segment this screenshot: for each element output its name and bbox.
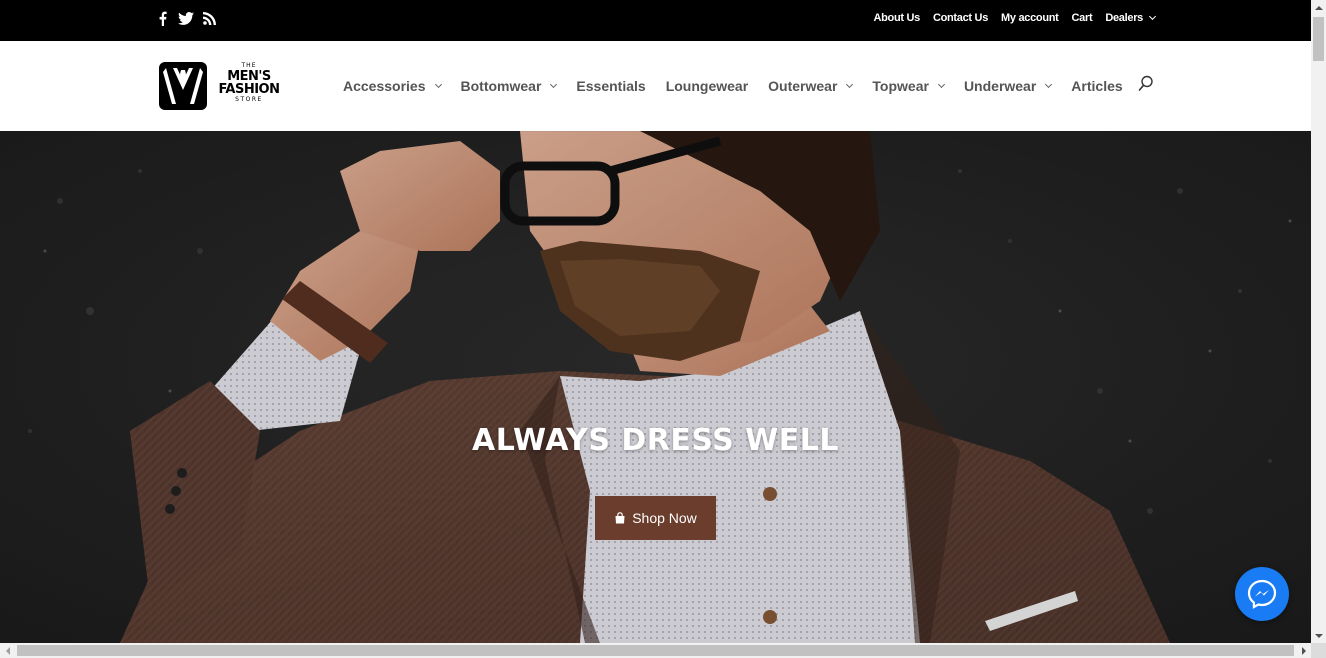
logo-text: THE MEN'S FASHION STORE bbox=[209, 63, 289, 103]
shopping-bag-icon bbox=[615, 512, 625, 524]
logo-line-4: STORE bbox=[235, 96, 263, 103]
contact-us-link[interactable]: Contact Us bbox=[933, 12, 988, 24]
vertical-scroll-thumb[interactable] bbox=[1313, 17, 1324, 61]
scroll-left-arrow-icon[interactable] bbox=[0, 643, 15, 658]
chevron-down-icon bbox=[846, 80, 854, 88]
nav-item-label: Articles bbox=[1071, 78, 1123, 94]
shop-now-label: Shop Now bbox=[632, 510, 697, 526]
chevron-down-icon bbox=[937, 80, 945, 88]
hero-headline: ALWAYS DRESS WELL bbox=[472, 423, 839, 458]
scroll-down-arrow-icon[interactable] bbox=[1311, 628, 1326, 643]
hero-banner: ALWAYS DRESS WELL Shop Now bbox=[0, 131, 1311, 643]
my-account-link[interactable]: My account bbox=[1001, 12, 1059, 24]
chevron-down-icon bbox=[1148, 12, 1157, 21]
scroll-up-arrow-icon[interactable] bbox=[1311, 0, 1326, 15]
nav-item-label: Loungewear bbox=[665, 78, 749, 94]
main-nav: Accessories Bottomwear Essentials Lounge… bbox=[343, 77, 1143, 95]
nav-item-underwear[interactable]: Underwear bbox=[963, 78, 1053, 94]
search-icon[interactable] bbox=[1137, 75, 1155, 93]
nav-item-accessories[interactable]: Accessories bbox=[343, 78, 442, 94]
site-logo[interactable]: THE MEN'S FASHION STORE bbox=[159, 62, 287, 110]
nav-item-bottomwear[interactable]: Bottomwear bbox=[460, 78, 558, 94]
facebook-icon[interactable] bbox=[158, 10, 167, 26]
messenger-icon bbox=[1247, 579, 1277, 609]
vertical-scrollbar[interactable] bbox=[1311, 0, 1326, 643]
shop-now-button[interactable]: Shop Now bbox=[595, 496, 716, 540]
top-links: About Us Contact Us My account Cart Deal… bbox=[873, 0, 1157, 36]
cart-link[interactable]: Cart bbox=[1072, 12, 1093, 24]
rss-icon[interactable] bbox=[203, 10, 216, 26]
nav-item-label: Bottomwear bbox=[460, 78, 542, 94]
about-us-link[interactable]: About Us bbox=[873, 12, 920, 24]
nav-item-topwear[interactable]: Topwear bbox=[872, 78, 945, 94]
chevron-down-icon bbox=[434, 80, 442, 88]
chevron-down-icon bbox=[1045, 80, 1053, 88]
top-bar: About Us Contact Us My account Cart Deal… bbox=[0, 0, 1311, 41]
nav-item-label: Topwear bbox=[872, 78, 929, 94]
scrollbar-corner bbox=[1311, 643, 1326, 658]
nav-item-label: Outerwear bbox=[768, 78, 838, 94]
dealers-menu[interactable]: Dealers bbox=[1105, 12, 1157, 24]
nav-item-label: Accessories bbox=[343, 78, 426, 94]
nav-item-essentials[interactable]: Essentials bbox=[576, 78, 645, 94]
logo-mark-icon bbox=[159, 62, 207, 110]
dealers-label: Dealers bbox=[1105, 12, 1143, 24]
nav-item-articles[interactable]: Articles bbox=[1071, 78, 1122, 94]
logo-line-3: FASHION bbox=[218, 82, 280, 97]
page: About Us Contact Us My account Cart Deal… bbox=[0, 0, 1326, 658]
hero-image bbox=[0, 131, 1311, 643]
nav-item-label: Underwear bbox=[963, 78, 1037, 94]
scroll-right-arrow-icon[interactable] bbox=[1296, 643, 1311, 658]
site-header: THE MEN'S FASHION STORE Accessories Bott… bbox=[0, 41, 1311, 131]
nav-item-outerwear[interactable]: Outerwear bbox=[768, 78, 854, 94]
twitter-icon[interactable] bbox=[178, 10, 194, 26]
nav-item-label: Essentials bbox=[576, 78, 646, 94]
chevron-down-icon bbox=[550, 80, 558, 88]
nav-item-loungewear[interactable]: Loungewear bbox=[666, 78, 748, 94]
messenger-chat-button[interactable] bbox=[1235, 567, 1289, 621]
horizontal-scroll-thumb[interactable] bbox=[17, 645, 1294, 656]
